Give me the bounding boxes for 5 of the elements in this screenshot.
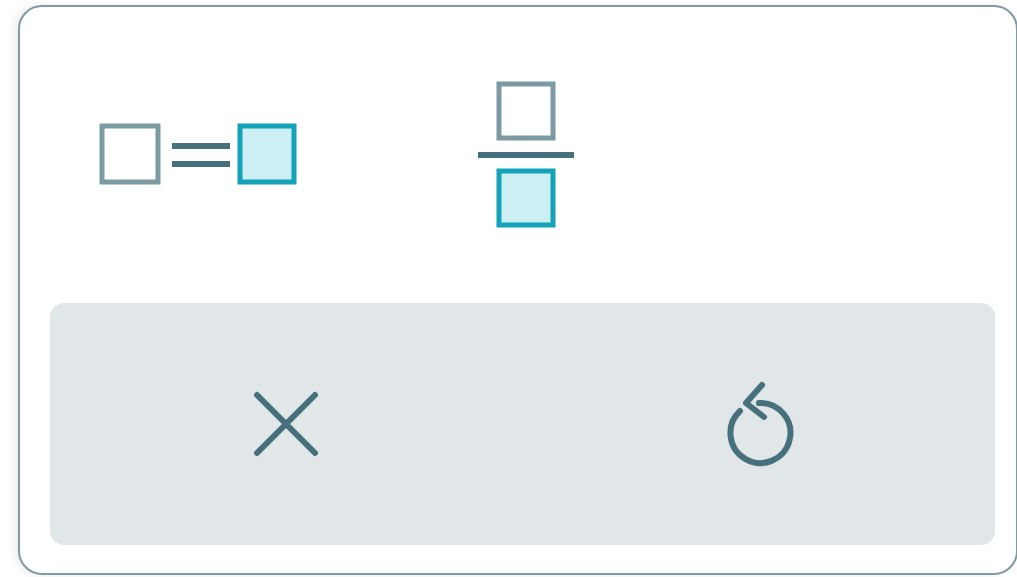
equation-icon	[98, 122, 298, 186]
close-icon	[253, 391, 320, 457]
equation-template-button[interactable]	[98, 122, 298, 186]
fraction-template-button[interactable]	[476, 80, 576, 230]
fraction-icon	[476, 80, 576, 230]
